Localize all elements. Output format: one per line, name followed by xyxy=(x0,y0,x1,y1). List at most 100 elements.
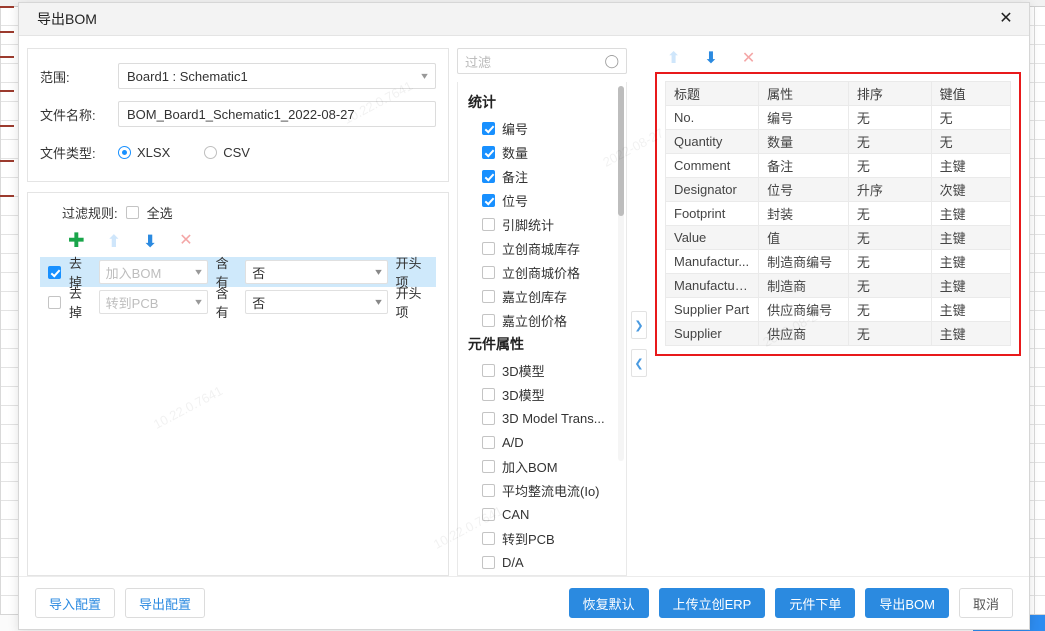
table-row[interactable]: Supplier 供应商无主键 xyxy=(664,321,1012,346)
field-option[interactable]: 3D Model Trans... xyxy=(468,406,616,430)
table-column-header[interactable]: 标题 xyxy=(664,81,760,106)
field-option-checkbox[interactable] xyxy=(482,193,495,207)
table-cell: 主键 xyxy=(930,297,1012,322)
table-row[interactable]: Manufactur... 制造商编号无主键 xyxy=(664,249,1012,274)
field-option-checkbox[interactable] xyxy=(482,241,495,255)
field-option-label: 加入BOM xyxy=(502,459,558,475)
restore-defaults-button[interactable]: 恢复默认 xyxy=(568,588,649,618)
table-body: No. 编号无无 Quantity 数量无无 Comment 备注无主键 Designato… xyxy=(664,105,1012,346)
field-option-checkbox[interactable] xyxy=(482,507,495,521)
upload-lceda-erp-button[interactable]: 上传立创ERP xyxy=(658,588,766,618)
rule-field-select[interactable]: 加入BOM ▾ xyxy=(98,260,208,284)
field-option[interactable]: 3D模型 xyxy=(468,382,616,406)
table-cell: 制造商编号 xyxy=(758,249,849,274)
order-parts-button[interactable]: 元件下单 xyxy=(775,588,856,618)
field-option[interactable]: 3D模型 xyxy=(468,358,616,382)
rule-enabled-checkbox[interactable] xyxy=(48,265,61,279)
table-column-header[interactable]: 属性 xyxy=(758,81,849,106)
table-row[interactable]: Footprint 封装无主键 xyxy=(664,201,1012,226)
field-option-checkbox[interactable] xyxy=(482,265,495,279)
filename-value: BOM_Board1_Schematic1_2022-08-27 xyxy=(127,106,355,122)
rule-field-select[interactable]: 转到PCB ▾ xyxy=(98,290,208,314)
field-option-checkbox[interactable] xyxy=(482,217,495,231)
filetype-option-xlsx[interactable]: XLSX xyxy=(118,145,170,160)
filter-rule-row[interactable]: 去掉 加入BOM ▾ 含有 否 ▾ 开头项 xyxy=(40,256,436,290)
delete-rule-icon[interactable]: ✕ xyxy=(179,233,192,249)
field-option-checkbox[interactable] xyxy=(482,363,495,377)
panel-collapse-controls: ❯ ❮ xyxy=(631,311,647,377)
field-option[interactable]: D/A xyxy=(468,550,616,574)
filename-input[interactable]: BOM_Board1_Schematic1_2022-08-27 xyxy=(118,101,436,127)
field-option[interactable]: 加入BOM xyxy=(468,454,616,478)
move-up-icon[interactable]: ⬆ xyxy=(107,233,121,250)
field-list-scrollbar-thumb[interactable] xyxy=(618,86,624,216)
field-option-checkbox[interactable] xyxy=(482,435,495,449)
field-option[interactable]: CAN xyxy=(468,502,616,526)
table-cell: 无 xyxy=(847,129,932,154)
field-option-checkbox[interactable] xyxy=(482,313,495,327)
cancel-button[interactable]: 取消 xyxy=(958,588,1013,618)
table-cell: 次键 xyxy=(930,177,1012,202)
field-option-checkbox[interactable] xyxy=(482,555,495,569)
move-up-icon[interactable]: ⬆ xyxy=(667,51,680,67)
field-option-checkbox[interactable] xyxy=(482,387,495,401)
field-option-checkbox[interactable] xyxy=(482,411,495,425)
export-config-button[interactable]: 导出配置 xyxy=(125,588,206,618)
table-row[interactable]: Manufacturer 制造商无主键 xyxy=(664,273,1012,298)
filetype-option-csv[interactable]: CSV xyxy=(204,145,250,160)
field-option[interactable]: 立创商城价格 xyxy=(468,260,616,284)
field-option-checkbox[interactable] xyxy=(482,121,495,135)
move-down-icon[interactable]: ⬇ xyxy=(143,233,157,250)
field-option[interactable]: 数量 xyxy=(468,140,616,164)
table-row[interactable]: Value 值无主键 xyxy=(664,225,1012,250)
field-list[interactable]: 统计 编号 数量 备注 位号 引脚统计 立创商城库存 立创商城价格 嘉立创库存 嘉立创价格 元件属性… xyxy=(457,82,627,576)
rule-enabled-checkbox[interactable] xyxy=(48,295,61,309)
field-option[interactable]: 嘉立创库存 xyxy=(468,284,616,308)
chevron-right-icon[interactable]: ❯ xyxy=(631,311,647,339)
field-option[interactable]: A/D xyxy=(468,430,616,454)
field-option-checkbox[interactable] xyxy=(482,289,495,303)
table-row[interactable]: Comment 备注无主键 xyxy=(664,153,1012,178)
table-row[interactable]: No. 编号无无 xyxy=(664,105,1012,130)
rule-value-select[interactable]: 否 ▾ xyxy=(245,260,388,284)
table-cell: 升序 xyxy=(847,177,932,202)
field-option-checkbox[interactable] xyxy=(482,145,495,159)
field-option[interactable]: 立创商城库存 xyxy=(468,236,616,260)
table-column-header[interactable]: 键值 xyxy=(930,81,1012,106)
rule-value-select[interactable]: 否 ▾ xyxy=(245,290,388,314)
field-option[interactable]: 编号 xyxy=(468,116,616,140)
delete-column-icon[interactable]: ✕ xyxy=(742,51,755,67)
scope-label: 范围: xyxy=(40,69,70,85)
filter-rule-row[interactable]: 去掉 转到PCB ▾ 含有 否 ▾ 开头项 xyxy=(40,286,436,320)
close-icon[interactable]: ✕ xyxy=(989,4,1023,34)
field-option[interactable]: 转到PCB xyxy=(468,526,616,550)
field-option[interactable]: 备注 xyxy=(468,164,616,188)
table-row[interactable]: Designator 位号 升序 次键 xyxy=(664,177,1012,202)
add-rule-icon[interactable]: ✚ xyxy=(68,231,85,251)
field-option-checkbox[interactable] xyxy=(482,169,495,183)
table-cell: 无 xyxy=(847,249,932,274)
field-option-checkbox[interactable] xyxy=(482,483,495,497)
move-down-icon[interactable]: ⬇ xyxy=(704,51,717,67)
table-row[interactable]: Quantity 数量无无 xyxy=(664,129,1012,154)
field-option[interactable]: 平均整流电流(Io) xyxy=(468,478,616,502)
field-option-label: 备注 xyxy=(502,169,529,185)
field-option-checkbox[interactable] xyxy=(482,531,495,545)
filter-rules-toolbar: ✚ ⬆ ⬇ ✕ xyxy=(68,231,436,251)
table-column-header[interactable]: 排序 xyxy=(847,81,932,106)
select-all-checkbox[interactable] xyxy=(125,206,139,219)
field-option[interactable]: 嘉立创价格 xyxy=(468,308,616,332)
field-option[interactable]: 位号 xyxy=(468,188,616,212)
row-marker xyxy=(0,6,14,8)
import-config-button[interactable]: 导入配置 xyxy=(35,588,116,618)
export-bom-button[interactable]: 导出BOM xyxy=(865,588,949,618)
field-option-checkbox[interactable] xyxy=(482,459,495,473)
radio-dot-icon xyxy=(204,145,218,159)
filter-search-input[interactable]: 过滤 ◯ xyxy=(457,48,627,74)
field-option-label: D/A xyxy=(502,554,524,570)
chevron-left-icon[interactable]: ❮ xyxy=(631,349,647,377)
scope-select[interactable]: Board1 : Schematic1 ▾ xyxy=(118,63,436,89)
field-option[interactable]: 引脚统计 xyxy=(468,212,616,236)
field-picker-panel: 过滤 ◯ 统计 编号 数量 备注 位号 引脚统计 立创商城库存 立创商城价格 嘉立创库存 嘉立创价… xyxy=(457,48,627,576)
table-row[interactable]: Supplier Part 供应商编号无主键 xyxy=(664,297,1012,322)
